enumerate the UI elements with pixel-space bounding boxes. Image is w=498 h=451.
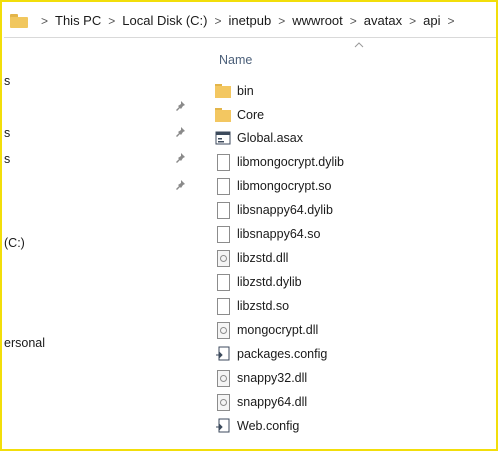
breadcrumb-api[interactable]: api [423,13,440,28]
pin-icon[interactable] [174,152,186,164]
folder-icon [10,13,28,28]
column-header-name[interactable]: Name [219,53,252,67]
file-name: libzstd.dylib [237,275,302,289]
file-icon [215,298,231,315]
list-item[interactable]: Web.config [215,415,299,437]
nav-item-quick-access-3[interactable]: s [4,152,10,166]
breadcrumb-separator[interactable]: > [350,14,357,28]
breadcrumb-wwwroot[interactable]: wwwroot [292,13,343,28]
file-icon [215,178,231,195]
file-icon [215,226,231,243]
address-bar[interactable]: > This PC > Local Disk (C:) > inetpub > … [4,4,496,38]
file-name: packages.config [237,347,328,361]
file-icon [215,154,231,171]
list-item[interactable]: libzstd.dylib [215,271,302,293]
list-item[interactable]: libzstd.dll [215,247,288,269]
breadcrumb-separator: > [41,13,49,28]
list-item[interactable]: snappy64.dll [215,391,307,413]
file-icon [215,274,231,291]
nav-item-local-disk[interactable]: (C:) [4,236,25,250]
file-name: libzstd.dll [237,251,289,265]
list-item[interactable]: libsnappy64.so [215,223,320,245]
file-name: Global.asax [237,131,304,145]
config-file-icon [215,418,231,434]
file-name: libsnappy64.so [237,227,321,241]
config-file-icon [215,346,231,362]
file-name: libsnappy64.dylib [237,203,333,217]
sort-ascending-icon[interactable] [354,41,364,49]
list-item[interactable]: libzstd.so [215,295,289,317]
list-item[interactable]: libmongocrypt.so [215,175,332,197]
file-name: snappy64.dll [237,395,308,409]
breadcrumb-separator[interactable]: > [278,14,285,28]
breadcrumb-separator[interactable]: > [108,14,115,28]
file-name: snappy32.dll [237,371,308,385]
file-name: libmongocrypt.so [237,179,332,193]
list-item[interactable]: libsnappy64.dylib [215,199,333,221]
file-name: libmongocrypt.dylib [237,155,344,169]
breadcrumb-this-pc[interactable]: This PC [55,13,101,28]
dll-file-icon [215,322,231,339]
file-icon [215,202,231,219]
nav-item-quick-access-2[interactable]: s [4,126,10,140]
dll-file-icon [215,394,231,411]
pin-icon[interactable] [174,100,186,112]
pin-icon[interactable] [174,126,186,138]
list-item[interactable]: bin [215,80,254,102]
list-item[interactable]: Global.asax [215,127,303,149]
breadcrumb-separator[interactable]: > [447,14,454,28]
breadcrumb-inetpub[interactable]: inetpub [229,13,272,28]
file-name: Core [237,108,265,122]
breadcrumb-separator[interactable]: > [409,14,416,28]
breadcrumb-local-disk[interactable]: Local Disk (C:) [122,13,207,28]
list-item[interactable]: libmongocrypt.dylib [215,151,344,173]
dll-file-icon [215,370,231,387]
file-name: libzstd.so [237,299,290,313]
folder-icon [215,107,231,123]
list-item[interactable]: packages.config [215,343,327,365]
nav-item-quick-access-1[interactable]: s [4,74,10,88]
file-explorer-window: > This PC > Local Disk (C:) > inetpub > … [0,0,498,451]
file-name: bin [237,84,254,98]
file-list: Name bin Core Global.asax libmongocrypt.… [199,39,496,447]
pin-icon[interactable] [174,179,186,191]
asax-file-icon [215,130,231,146]
breadcrumb-separator[interactable]: > [215,14,222,28]
list-item[interactable]: mongocrypt.dll [215,319,318,341]
list-item[interactable]: Core [215,104,264,126]
breadcrumb-avatax[interactable]: avatax [364,13,402,28]
navigation-pane: s s s (C:) ersonal [4,39,199,447]
dll-file-icon [215,250,231,267]
file-name: Web.config [237,419,300,433]
list-item[interactable]: snappy32.dll [215,367,307,389]
file-name: mongocrypt.dll [237,323,319,337]
nav-item-personal[interactable]: ersonal [4,336,45,350]
folder-icon [215,83,231,99]
